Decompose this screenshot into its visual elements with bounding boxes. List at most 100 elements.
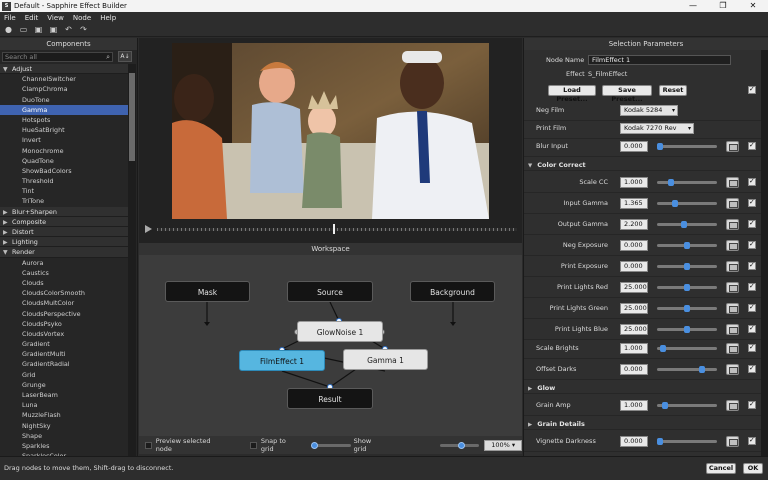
vignette-slider[interactable] <box>657 438 717 445</box>
open-folder-icon[interactable]: ▭ <box>19 25 28 34</box>
menu-file[interactable]: File <box>4 14 16 22</box>
slider-knob[interactable] <box>662 402 669 409</box>
print-lights-blue-slider[interactable] <box>657 326 717 333</box>
scrollbar-thumb[interactable] <box>129 73 135 161</box>
maximize-icon[interactable]: ❐ <box>708 0 738 12</box>
component-item-grunge[interactable]: Grunge <box>0 380 128 390</box>
component-item-tritone[interactable]: TriTone <box>0 196 128 206</box>
component-item-cloudspsyko[interactable]: CloudsPsyko <box>0 319 128 329</box>
component-item-quadtone[interactable]: QuadTone <box>0 156 128 166</box>
preview-checkbox[interactable] <box>145 441 152 449</box>
component-item-channelswitcher[interactable]: ChannelSwitcher <box>0 74 128 84</box>
component-item-gradient[interactable]: Gradient <box>0 339 128 349</box>
component-item-muzzleflash[interactable]: MuzzleFlash <box>0 410 128 420</box>
vignette-value[interactable]: 0.000 <box>620 436 648 447</box>
component-item-aurora[interactable]: Aurora <box>0 258 128 268</box>
component-item-cloudscolorsmooth[interactable]: CloudsColorSmooth <box>0 288 128 298</box>
component-item-clampchroma[interactable]: ClampChroma <box>0 84 128 94</box>
print-lights-green-checkbox[interactable] <box>748 303 756 312</box>
slider-knob[interactable] <box>672 200 679 207</box>
print-lights-red-slider[interactable] <box>657 284 717 291</box>
menu-help[interactable]: Help <box>100 14 116 22</box>
category-blur-sharpen[interactable]: ▶ Blur+Sharpen <box>0 206 128 217</box>
input-gamma-slider[interactable] <box>657 200 717 207</box>
node-mask[interactable]: Mask <box>165 281 250 302</box>
grain-amp-value[interactable]: 1.000 <box>620 400 648 411</box>
snap-checkbox[interactable] <box>250 441 257 449</box>
category-render[interactable]: ▼ Render <box>0 247 128 258</box>
menu-edit[interactable]: Edit <box>25 14 39 22</box>
print-lights-red-value[interactable]: 25.000 <box>620 282 648 293</box>
node-source[interactable]: Source <box>287 281 373 302</box>
timeline[interactable] <box>143 224 518 236</box>
component-item-caustics[interactable]: Caustics <box>0 268 128 278</box>
color-correct-section[interactable]: ▼ Color Correct <box>524 159 762 171</box>
node-background[interactable]: Background <box>410 281 495 302</box>
output-gamma-value[interactable]: 2.200 <box>620 219 648 230</box>
print-lights-blue-value[interactable]: 25.000 <box>620 324 648 335</box>
minimize-icon[interactable]: — <box>678 0 708 12</box>
blur-input-slider[interactable] <box>657 143 717 150</box>
component-item-sparkles[interactable]: Sparkles <box>0 441 128 451</box>
slider-knob[interactable] <box>667 179 674 186</box>
redo-icon[interactable]: ↷ <box>79 25 88 34</box>
print-lights-blue-keyframe-button[interactable] <box>726 324 739 335</box>
neg-exposure-keyframe-button[interactable] <box>726 240 739 251</box>
glow-section[interactable]: ▶ Glow <box>524 382 762 394</box>
node-glownoise[interactable]: GlowNoise 1 <box>297 321 383 342</box>
print-exposure-checkbox[interactable] <box>748 261 756 270</box>
blur-input-checkbox[interactable] <box>748 141 756 150</box>
node-workspace[interactable]: Mask Source Background GlowNoise 1 FilmE… <box>139 255 522 436</box>
scale-brights-checkbox[interactable] <box>748 343 756 352</box>
scale-brights-keyframe-button[interactable] <box>726 343 739 354</box>
component-item-duotone[interactable]: DuoTone <box>0 95 128 105</box>
component-item-gamma[interactable]: Gamma <box>0 104 128 115</box>
neg-film-dropdown[interactable]: Kodak 5284 ▾ <box>620 105 678 116</box>
component-item-gradientradial[interactable]: GradientRadial <box>0 359 128 369</box>
output-gamma-keyframe-button[interactable] <box>726 219 739 230</box>
undo-icon[interactable]: ↶ <box>64 25 73 34</box>
component-item-clouds[interactable]: Clouds <box>0 278 128 288</box>
blur-input-value[interactable]: 0.000 <box>620 141 648 152</box>
slider-knob[interactable] <box>684 326 690 333</box>
slider-knob[interactable] <box>684 242 690 249</box>
print-lights-red-keyframe-button[interactable] <box>726 282 739 293</box>
output-gamma-slider[interactable] <box>657 221 717 228</box>
neg-exposure-value[interactable]: 0.000 <box>620 240 648 251</box>
input-gamma-checkbox[interactable] <box>748 198 756 207</box>
grain-amp-slider[interactable] <box>657 402 717 409</box>
zoom-dropdown[interactable]: 100% ▾ <box>484 439 522 451</box>
category-lighting[interactable]: ▶ Lighting <box>0 237 128 248</box>
print-exposure-value[interactable]: 0.000 <box>620 261 648 272</box>
menu-node[interactable]: Node <box>73 14 91 22</box>
slider-knob[interactable] <box>684 263 690 270</box>
grain-details-section[interactable]: ▶ Grain Details <box>524 418 762 430</box>
blur-input-keyframe-button[interactable] <box>726 141 739 152</box>
component-item-laserbeam[interactable]: LaserBeam <box>0 390 128 400</box>
category-composite[interactable]: ▶ Composite <box>0 216 128 227</box>
play-icon[interactable] <box>145 225 152 233</box>
component-item-threshold[interactable]: Threshold <box>0 176 128 186</box>
slider-knob[interactable] <box>657 143 663 150</box>
output-gamma-checkbox[interactable] <box>748 219 756 228</box>
component-item-cloudsmultcolor[interactable]: CloudsMultColor <box>0 298 128 308</box>
component-item-monochrome[interactable]: Monochrome <box>0 146 128 156</box>
slider-knob[interactable] <box>659 345 666 352</box>
scale-cc-slider[interactable] <box>657 179 717 186</box>
category-adjust[interactable]: ▼ Adjust <box>0 64 128 75</box>
slider-knob[interactable] <box>657 438 663 445</box>
component-item-luna[interactable]: Luna <box>0 400 128 410</box>
components-scrollbar[interactable] <box>128 64 136 456</box>
timeline-track[interactable] <box>157 228 517 231</box>
slider-knob[interactable] <box>684 305 690 312</box>
grain-amp-checkbox[interactable] <box>748 400 756 409</box>
print-exposure-slider[interactable] <box>657 263 717 270</box>
scale-brights-value[interactable]: 1.000 <box>620 343 648 354</box>
component-item-grid[interactable]: Grid <box>0 370 128 380</box>
component-item-gradientmulti[interactable]: GradientMulti <box>0 349 128 359</box>
offset-darks-slider[interactable] <box>657 366 717 373</box>
grain-amp-keyframe-button[interactable] <box>726 400 739 411</box>
print-lights-green-value[interactable]: 25.000 <box>620 303 648 314</box>
grid-size-slider[interactable] <box>311 441 351 449</box>
parameters-scrollbar[interactable] <box>761 50 768 456</box>
